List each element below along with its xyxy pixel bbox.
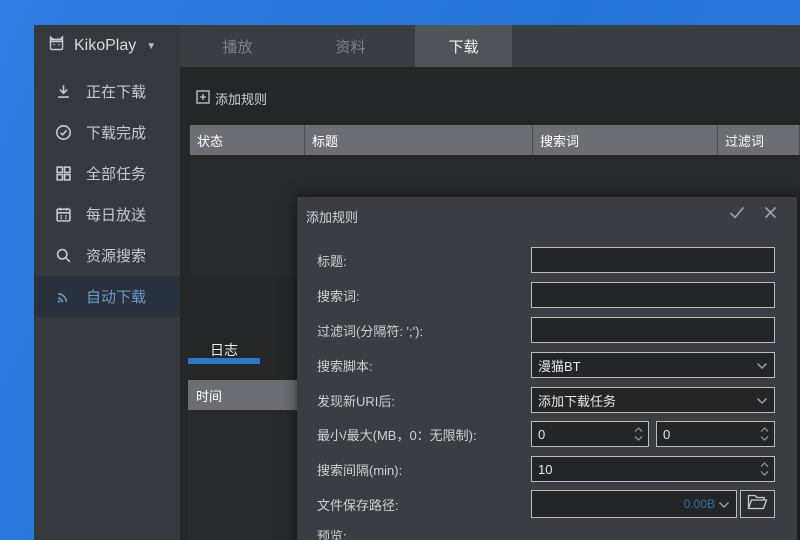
- sidebar-item-label: 每日放送: [86, 204, 146, 225]
- free-space-text: 0.00B: [684, 497, 715, 511]
- sidebar-item-download-complete[interactable]: 下载完成: [34, 112, 180, 153]
- spinner-arrows-icon[interactable]: [758, 462, 774, 476]
- add-rule-button-label: 添加规则: [215, 89, 267, 108]
- add-rule-dialog: 添加规则 标题: 搜索词: 过滤词(分隔符: ';'): 搜索脚本: 漫猫BT …: [297, 197, 797, 540]
- column-header-search-word[interactable]: 搜索词: [533, 125, 718, 155]
- search-script-label: 搜索脚本:: [317, 352, 373, 378]
- kikoplay-logo-icon: [47, 34, 66, 58]
- column-header-time: 时间: [188, 380, 308, 410]
- rss-icon: [55, 288, 73, 306]
- dialog-confirm-button[interactable]: [725, 204, 749, 226]
- downloading-icon: [55, 83, 73, 101]
- spinner-arrows-icon[interactable]: [758, 427, 774, 441]
- log-tab-active-indicator: [188, 358, 260, 364]
- max-size-spinbox[interactable]: 0: [656, 421, 775, 447]
- min-size-spinbox[interactable]: 0: [531, 421, 649, 447]
- nav-tabbar: 播放 资料 下载: [180, 25, 800, 67]
- titlebar[interactable]: KikoPlay ▼: [34, 25, 180, 67]
- sidebar-item-all-tasks[interactable]: 全部任务: [34, 153, 180, 194]
- tab-download[interactable]: 下载: [415, 25, 512, 67]
- filter-word-input[interactable]: [531, 317, 775, 343]
- sidebar: 正在下载 下载完成 全部任务: [34, 67, 180, 540]
- minmax-size-label: 最小/最大(MB，0：无限制):: [317, 421, 477, 447]
- sidebar-item-downloading[interactable]: 正在下载: [34, 71, 180, 112]
- save-path-label: 文件保存路径:: [317, 491, 399, 517]
- title-field-label: 标题:: [317, 247, 347, 273]
- column-header-title[interactable]: 标题: [305, 125, 533, 155]
- tab-play[interactable]: 播放: [189, 25, 286, 67]
- dialog-close-button[interactable]: [758, 204, 782, 226]
- title-input[interactable]: [531, 247, 775, 273]
- chevron-down-icon: [756, 393, 768, 408]
- close-icon: [764, 206, 777, 224]
- add-rule-button[interactable]: 添加规则: [196, 89, 267, 108]
- search-interval-label: 搜索间隔(min):: [317, 456, 402, 482]
- column-header-filter-word[interactable]: 过滤词: [718, 125, 800, 155]
- sidebar-item-label: 自动下载: [86, 286, 146, 307]
- sidebar-item-resource-search[interactable]: 资源搜索: [34, 235, 180, 276]
- search-interval-value: 10: [538, 462, 758, 477]
- sidebar-item-daily-broadcast[interactable]: 每日放送: [34, 194, 180, 235]
- tab-library[interactable]: 资料: [302, 25, 399, 67]
- check-circle-icon: [55, 124, 73, 142]
- min-size-value: 0: [538, 427, 632, 442]
- app-menu-caret-icon: ▼: [146, 41, 156, 52]
- chevron-down-icon: [718, 497, 730, 512]
- sidebar-item-auto-download[interactable]: 自动下载: [34, 276, 180, 317]
- save-path-select[interactable]: 0.00B: [531, 490, 737, 518]
- search-word-field-label: 搜索词:: [317, 282, 360, 308]
- browse-folder-button[interactable]: [740, 490, 775, 518]
- dialog-title: 添加规则: [306, 207, 358, 226]
- log-table[interactable]: 时间: [188, 380, 308, 540]
- spinner-arrows-icon[interactable]: [632, 427, 648, 441]
- new-uri-action-value: 添加下载任务: [538, 391, 756, 410]
- max-size-value: 0: [663, 427, 758, 442]
- rules-table-header: 状态 标题 搜索词 过滤词: [190, 125, 800, 155]
- all-tasks-grid-icon: [55, 165, 73, 183]
- app-title: KikoPlay: [74, 37, 136, 55]
- new-uri-action-label: 发现新URI后:: [317, 387, 395, 413]
- sidebar-item-label: 全部任务: [86, 163, 146, 184]
- check-icon: [729, 206, 745, 224]
- sidebar-item-label: 正在下载: [86, 81, 146, 102]
- search-script-value: 漫猫BT: [538, 356, 756, 375]
- folder-icon: [747, 493, 768, 515]
- search-word-input[interactable]: [531, 282, 775, 308]
- preview-label: 预览:: [317, 522, 347, 540]
- filter-word-field-label: 过滤词(分隔符: ';'):: [317, 317, 423, 343]
- search-script-select[interactable]: 漫猫BT: [531, 352, 775, 378]
- sidebar-item-label: 资源搜索: [86, 245, 146, 266]
- new-uri-action-select[interactable]: 添加下载任务: [531, 387, 775, 413]
- search-icon: [55, 247, 73, 265]
- sidebar-item-label: 下载完成: [86, 122, 146, 143]
- column-header-status[interactable]: 状态: [190, 125, 305, 155]
- chevron-down-icon: [756, 358, 768, 373]
- calendar-icon: [55, 206, 73, 224]
- kikoplay-window: KikoPlay ▼ 播放 资料 下载 正在下载 下载完成: [34, 25, 800, 540]
- plus-square-icon: [196, 90, 210, 107]
- search-interval-spinbox[interactable]: 10: [531, 456, 775, 482]
